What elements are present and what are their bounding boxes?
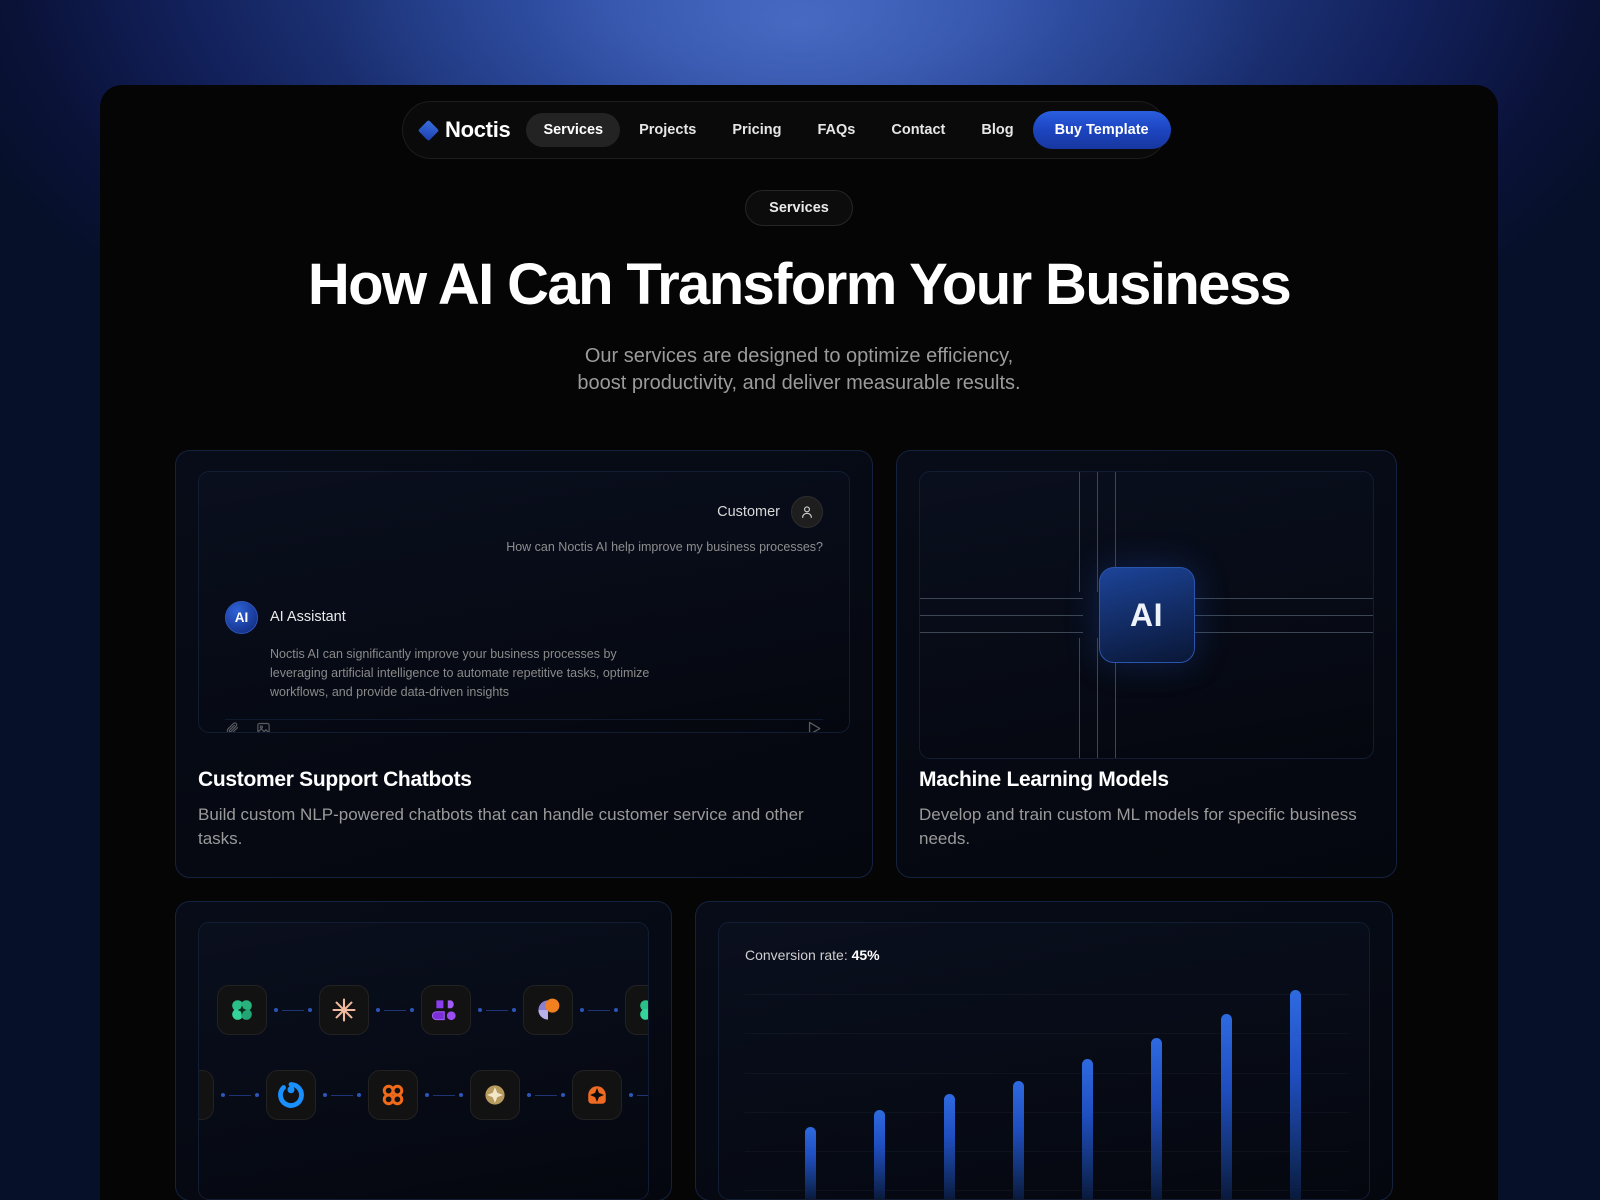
chart-bar	[1151, 1037, 1163, 1199]
integration-icon-blocks-purple	[421, 985, 471, 1035]
ai-chip-label: AI	[1098, 567, 1195, 663]
connector	[418, 1090, 470, 1100]
chart-bar	[943, 1094, 955, 1199]
integration-icon-asterisk-peach	[319, 985, 369, 1035]
service-card-ml-models[interactable]: AI Machine Learning Models Develop and t…	[896, 450, 1397, 878]
chart-bar	[1082, 1059, 1094, 1199]
buy-template-button[interactable]: Buy Template	[1032, 111, 1171, 149]
main-navbar: Noctis Services Projects Pricing FAQs Co…	[402, 101, 1171, 159]
brand-logo[interactable]: Noctis	[417, 117, 524, 143]
connector	[369, 1005, 421, 1015]
integration-icon-pie-orange	[523, 985, 573, 1035]
connector	[214, 1090, 266, 1100]
chat-mockup: Customer How can Noctis AI help improve …	[198, 471, 850, 733]
nav-link-services[interactable]: Services	[526, 113, 621, 147]
chat-user-name: Customer	[717, 504, 780, 520]
card-body-chatbots: Customer Support Chatbots Build custom N…	[198, 768, 850, 851]
hero-subtitle-line1: Our services are designed to optimize ef…	[584, 344, 1014, 367]
connector	[622, 1090, 648, 1100]
chart-bar	[874, 1109, 886, 1199]
connector	[471, 1005, 523, 1015]
chart-bars	[745, 981, 1349, 1199]
chart-title: Conversion rate: 45%	[745, 947, 1343, 963]
service-card-chatbots[interactable]: Customer How can Noctis AI help improve …	[175, 450, 873, 878]
chart-title-text: Conversion rate:	[745, 947, 848, 963]
card-title-chatbots: Customer Support Chatbots	[198, 767, 472, 791]
ai-chip-visual: AI	[919, 471, 1374, 759]
hero-subtitle: Our services are designed to optimize ef…	[100, 343, 1498, 398]
connector	[573, 1005, 625, 1015]
connector	[316, 1090, 368, 1100]
ai-avatar: AI	[225, 600, 258, 634]
page-container: Noctis Services Projects Pricing FAQs Co…	[100, 85, 1498, 1200]
integration-icon-clover-green-2	[625, 985, 648, 1035]
connector	[267, 1005, 319, 1015]
service-card-integrations[interactable]	[175, 901, 672, 1200]
integrations-visual	[198, 922, 649, 1200]
image-icon[interactable]	[256, 721, 271, 732]
nav-link-pricing[interactable]: Pricing	[715, 113, 798, 147]
card-description-ml-models: Develop and train custom ML models for s…	[919, 804, 1357, 848]
card-body-ml-models: Machine Learning Models Develop and trai…	[919, 768, 1374, 851]
nav-link-faqs[interactable]: FAQs	[801, 113, 873, 147]
chat-messages: Customer How can Noctis AI help improve …	[225, 496, 823, 720]
section-badge: Services	[745, 190, 853, 226]
nav-link-blog[interactable]: Blog	[964, 113, 1030, 147]
nav-links: Services Projects Pricing FAQs Contact B…	[526, 113, 1030, 147]
hero-section: Services How AI Can Transform Your Busin…	[100, 190, 1498, 398]
nav-link-contact[interactable]: Contact	[874, 113, 962, 147]
card-title-ml-models: Machine Learning Models	[919, 767, 1169, 791]
card-description-chatbots: Build custom NLP-powered chatbots that c…	[198, 804, 804, 848]
chat-ai-message: Noctis AI can significantly improve your…	[270, 646, 650, 700]
chart-bar	[805, 1127, 816, 1199]
integration-icon-star-gold	[470, 1070, 520, 1120]
chart-plot	[745, 981, 1349, 1199]
services-grid: Customer How can Noctis AI help improve …	[175, 450, 1397, 1200]
integration-icon-clover-green	[217, 985, 267, 1035]
integration-row-2	[199, 1070, 648, 1120]
nav-link-projects[interactable]: Projects	[622, 113, 713, 147]
integration-icon-spark-orange	[572, 1070, 622, 1120]
user-avatar	[791, 496, 823, 528]
chart-bar	[1012, 1081, 1024, 1199]
chart-bar	[1220, 1013, 1232, 1199]
integration-icon-knot-orange	[368, 1070, 418, 1120]
chat-message-user: Customer How can Noctis AI help improve …	[225, 496, 823, 557]
integration-icon-ring-blue	[266, 1070, 316, 1120]
paperclip-icon[interactable]	[225, 721, 240, 732]
diamond-logo-icon	[417, 119, 440, 141]
chat-ai-name: AI Assistant	[270, 609, 346, 625]
brand-name: Noctis	[445, 117, 511, 142]
page-title: How AI Can Transform Your Business	[307, 252, 1292, 317]
chart-value: 45%	[851, 947, 880, 963]
chat-message-ai: AI AI Assistant Noctis AI can significan…	[225, 600, 823, 703]
hero-subtitle-line2: boost productivity, and deliver measurab…	[577, 372, 1021, 395]
send-icon[interactable]	[806, 720, 823, 732]
chart-bar	[1289, 989, 1301, 1199]
chat-user-message: How can Noctis AI help improve my busine…	[506, 540, 823, 554]
conversion-chart-visual: Conversion rate: 45%	[718, 922, 1370, 1200]
chat-toolbar	[225, 720, 823, 732]
integration-row-1	[217, 985, 648, 1035]
connector	[520, 1090, 572, 1100]
integration-icon-blob-brown	[199, 1070, 214, 1120]
service-card-analytics[interactable]: Conversion rate: 45%	[695, 901, 1393, 1200]
